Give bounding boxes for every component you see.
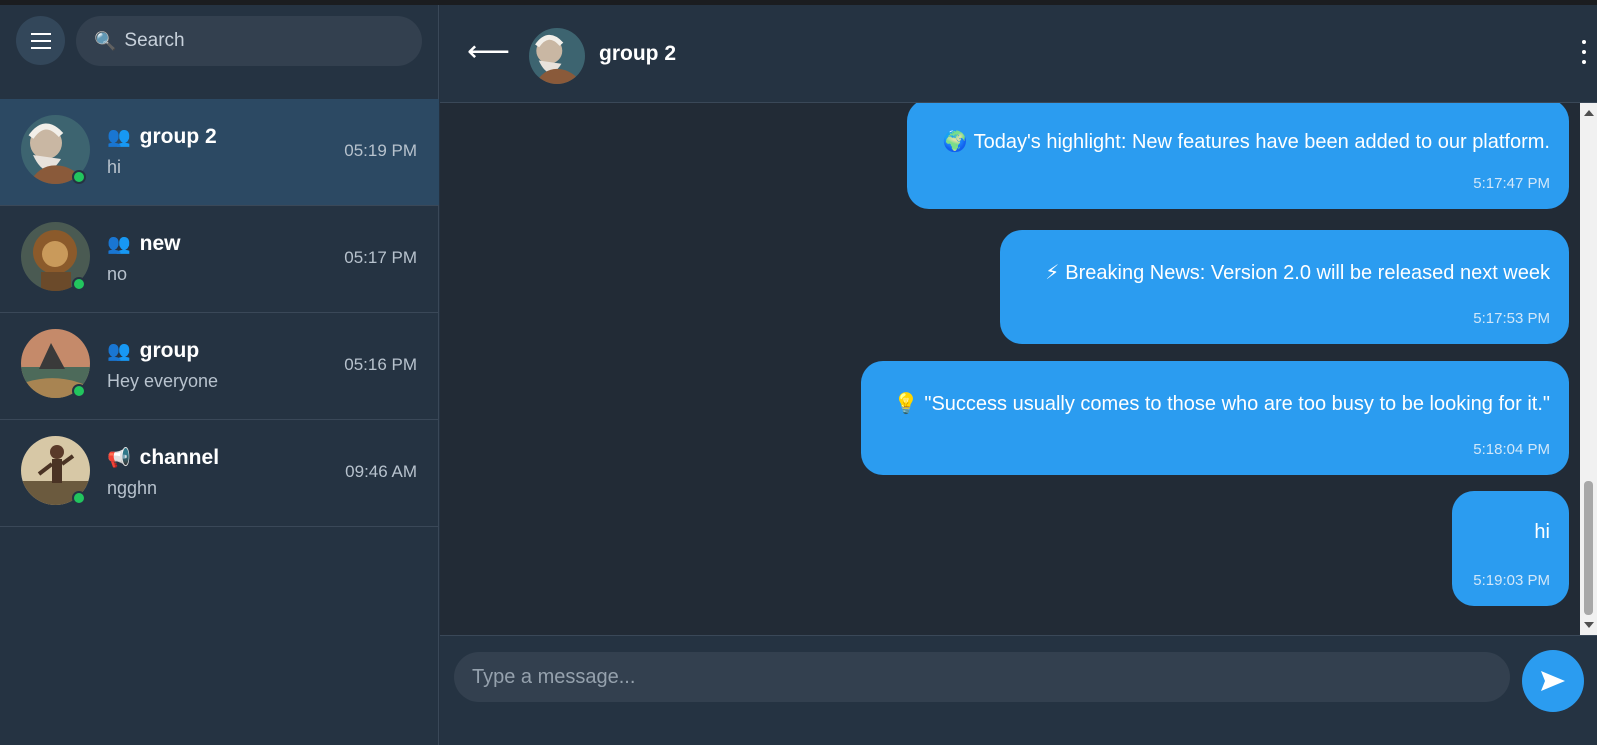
- message-bubble: hi 5:19:03 PM: [1452, 491, 1569, 606]
- message-body: hi: [1534, 521, 1550, 543]
- search-icon: 🔍: [94, 30, 117, 51]
- more-options-icon[interactable]: [1581, 40, 1587, 64]
- lightning-icon: ⚡: [1045, 260, 1060, 284]
- chat-avatar[interactable]: [529, 28, 585, 84]
- chat-time: 09:46 AM: [345, 462, 417, 481]
- message-time: 5:19:03 PM: [1473, 572, 1550, 589]
- message-time: 5:17:53 PM: [1473, 310, 1550, 327]
- menu-button[interactable]: [16, 16, 65, 65]
- message-body: Breaking News: Version 2.0 will be relea…: [1065, 262, 1550, 284]
- chat-name: 👥 new: [107, 232, 181, 256]
- chat-panel: ⟵ group 2 🌍 Today's highlight: New featur…: [440, 5, 1597, 745]
- scroll-down-icon[interactable]: [1584, 622, 1594, 628]
- message-bubble: 💡 "Success usually comes to those who are…: [861, 361, 1569, 475]
- chat-item-group[interactable]: 👥 group Hey everyone 05:16 PM: [0, 313, 439, 420]
- chat-name: 📢 channel: [107, 446, 219, 470]
- group-icon: 👥: [107, 234, 131, 255]
- chat-time: 05:19 PM: [344, 141, 417, 160]
- message-text: 💡 "Success usually comes to those who are…: [893, 391, 1550, 416]
- sidebar-header: 🔍: [0, 5, 438, 99]
- message-text: hi: [1534, 521, 1550, 544]
- group-icon: 👥: [107, 127, 131, 148]
- chat-name-text: group 2: [139, 125, 217, 148]
- message-body: Today's highlight: New features have bee…: [973, 131, 1550, 153]
- chat-name-text: new: [139, 232, 181, 255]
- message-scrollbar[interactable]: [1580, 103, 1597, 635]
- online-indicator: [72, 384, 86, 398]
- chat-name: 👥 group: [107, 339, 199, 363]
- chat-item-new[interactable]: 👥 new no 05:17 PM: [0, 206, 439, 313]
- message-list: 🌍 Today's highlight: New features have be…: [440, 103, 1580, 635]
- chat-item-channel[interactable]: 📢 channel ngghn 09:46 AM: [0, 420, 439, 527]
- message-text: ⚡ Breaking News: Version 2.0 will be rele…: [1045, 260, 1550, 285]
- sidebar: 🔍 👥 group 2 hi 05:19 PM: [0, 5, 439, 745]
- send-icon: [1541, 671, 1565, 691]
- message-time: 5:17:47 PM: [1473, 175, 1550, 192]
- chat-last-message: Hey everyone: [107, 371, 219, 391]
- scroll-up-icon[interactable]: [1584, 110, 1594, 116]
- lightbulb-icon: 💡: [893, 391, 919, 415]
- back-arrow-icon[interactable]: ⟵: [467, 35, 510, 69]
- message-input[interactable]: [454, 652, 1510, 702]
- chat-item-group-2[interactable]: 👥 group 2 hi 05:19 PM: [0, 99, 439, 206]
- search-input[interactable]: [124, 30, 385, 52]
- chat-last-message: no: [107, 264, 128, 284]
- search-box[interactable]: 🔍: [76, 16, 422, 66]
- scroll-thumb[interactable]: [1584, 481, 1593, 615]
- message-body: "Success usually comes to those who are …: [924, 393, 1550, 415]
- chat-time: 05:17 PM: [344, 248, 417, 267]
- online-indicator: [72, 277, 86, 291]
- group-icon: 👥: [107, 341, 131, 362]
- chat-last-message: ngghn: [107, 478, 158, 498]
- chat-last-message: hi: [107, 157, 122, 177]
- message-bubble: ⚡ Breaking News: Version 2.0 will be rele…: [1000, 230, 1569, 344]
- message-bubble: 🌍 Today's highlight: New features have be…: [907, 103, 1569, 209]
- megaphone-icon: 📢: [107, 448, 131, 469]
- online-indicator: [72, 170, 86, 184]
- message-composer: [440, 635, 1597, 745]
- chat-title: group 2: [599, 42, 676, 65]
- send-button[interactable]: [1522, 650, 1584, 712]
- chat-name-text: group: [139, 339, 200, 362]
- online-indicator: [72, 491, 86, 505]
- chat-name: 👥 group 2: [107, 125, 217, 149]
- globe-icon: 🌍: [942, 129, 968, 153]
- message-text: 🌍 Today's highlight: New features have be…: [943, 129, 1550, 154]
- chat-header: ⟵ group 2: [440, 5, 1597, 103]
- hamburger-icon: [30, 39, 51, 42]
- message-time: 5:18:04 PM: [1473, 441, 1550, 458]
- chat-time: 05:16 PM: [344, 355, 417, 374]
- chat-name-text: channel: [139, 446, 220, 469]
